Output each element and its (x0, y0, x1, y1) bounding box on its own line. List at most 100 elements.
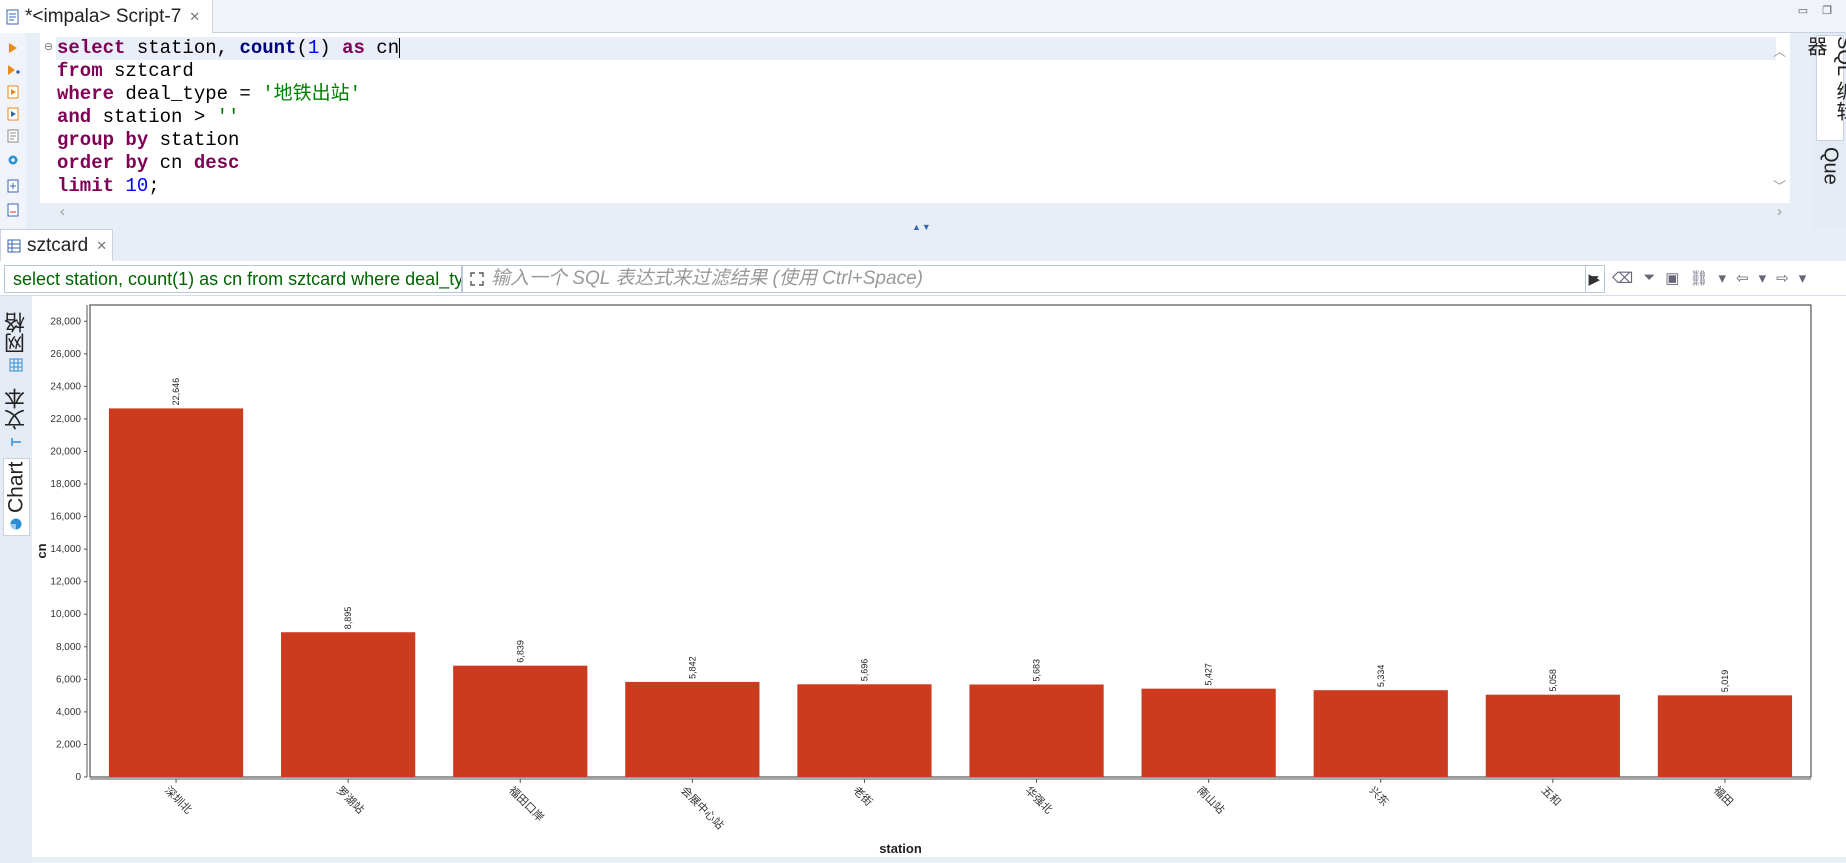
bar (1313, 690, 1448, 777)
bar (1657, 695, 1793, 777)
panel-resize-handle[interactable]: ▲▼ (912, 222, 932, 232)
clear-filter-icon[interactable]: ⌫ (1612, 269, 1633, 287)
results-tab[interactable]: sztcard ✕ (0, 229, 113, 261)
code-token: '地铁出站' (262, 83, 362, 105)
editor-tab-title: *<impala> Script-7 (25, 5, 182, 27)
bar (108, 408, 244, 777)
tab-query-manager[interactable]: Que (1816, 147, 1844, 227)
bar-chart: 0 2,000 4,000 6,000 8,000 10,000 12,000 14,000 1… (34, 304, 1812, 856)
code-token: desc (193, 152, 240, 174)
tab-text-view[interactable]: 文本 (3, 382, 30, 452)
menu-dropdown-icon[interactable]: ▾ (1718, 269, 1726, 287)
tab-grid-view[interactable]: 网格 (3, 304, 30, 376)
x-tick-label: 深圳北 (162, 784, 195, 817)
y-tick-label: 12,000 (50, 577, 81, 588)
filter-settings-icon[interactable]: ⏷ (1643, 269, 1655, 287)
code-token: cn (364, 37, 400, 59)
scroll-down-icon[interactable]: ﹀ (1773, 179, 1786, 194)
query-manager-tab-label: Que (1819, 147, 1842, 185)
new-script-icon[interactable] (6, 179, 20, 193)
x-tick-label: 南山站 (1195, 783, 1228, 816)
y-tick-label: 6,000 (56, 674, 81, 685)
y-tick-label: 2,000 (56, 739, 81, 750)
code-line[interactable]: order by cn desc (56, 152, 1776, 175)
open-script-icon[interactable] (6, 203, 20, 217)
sql-code[interactable]: select station, count(1) as cn from sztca… (56, 37, 1776, 198)
tab-sql-editor[interactable]: SQL 编辑器 (1804, 35, 1846, 141)
scroll-right-icon[interactable]: › (1777, 203, 1782, 220)
fold-collapse-icon[interactable]: ⊖ (44, 40, 53, 53)
code-token: station (148, 129, 240, 151)
active-query-field[interactable]: select station, count(1) as cn from sztc… (4, 265, 462, 293)
execute-in-new-tab-icon[interactable] (6, 63, 20, 77)
bar-value-label: 5,058 (1548, 669, 1558, 692)
code-line[interactable]: select station, count(1) as cn (56, 37, 1776, 60)
y-tick-label: 0 (75, 772, 81, 783)
app-window: *<impala> Script-7 ✕ ▭ ❐ ⊖ select statio… (0, 0, 1846, 863)
code-line[interactable]: group by station (56, 129, 1776, 152)
execute-script-icon[interactable] (6, 85, 20, 99)
grid-view-label: 网格 (4, 312, 28, 354)
bar (625, 681, 760, 777)
code-line[interactable]: from sztcard (56, 60, 1776, 83)
results-tab-title: sztcard (27, 234, 89, 256)
y-axis-title: cn (34, 543, 49, 558)
close-icon[interactable]: ✕ (96, 238, 107, 254)
code-token: ) (319, 37, 343, 59)
explain-plan-icon[interactable] (6, 129, 20, 143)
x-tick-label: 五和 (1539, 784, 1564, 809)
back-icon[interactable]: ⇦ (1736, 269, 1749, 287)
filter-expression-field[interactable]: ▶ (462, 265, 1605, 293)
code-token: '' (216, 106, 240, 128)
bar-value-label: 5,427 (1204, 663, 1214, 686)
x-axis-title: station (879, 841, 922, 856)
bar-value-label: 5,842 (687, 656, 697, 679)
grid-icon (10, 358, 23, 372)
execute-statement-icon[interactable] (6, 41, 20, 55)
code-token: count (239, 37, 297, 59)
code-token: as (342, 37, 365, 59)
forward-icon[interactable]: ⇨ (1776, 269, 1789, 287)
bar-value-label: 5,334 (1376, 665, 1386, 688)
sql-editor[interactable]: ⊖ select station, count(1) as cn from szt… (40, 33, 1790, 203)
x-tick-label: 罗湖站 (334, 783, 367, 816)
restore-icon[interactable]: ❐ (1822, 4, 1832, 17)
results-toolbar: ⌫ ⏷ ▣ ⛓ ▾ ⇦ ▾ ⇨ ▾ (1612, 269, 1806, 287)
results-view-switcher: 网格 文本 Chart (0, 296, 32, 863)
expand-icon[interactable] (469, 271, 485, 287)
bar-value-label: 5,019 (1720, 670, 1730, 693)
status-bar (32, 857, 1846, 863)
y-tick-label: 14,000 (50, 544, 81, 555)
tab-chart-view[interactable]: Chart (3, 458, 30, 536)
editor-vertical-scrollbar[interactable]: ︿ ﹀ (1773, 41, 1786, 195)
code-line[interactable]: where deal_type = '地铁出站' (56, 83, 1776, 106)
editor-right-sidebar: SQL 编辑器 Que (1804, 33, 1846, 228)
code-token: select (57, 37, 126, 59)
code-line[interactable]: limit 10; (56, 175, 1776, 198)
settings-gear-icon[interactable] (6, 153, 20, 167)
bar-value-label: 22,646 (171, 378, 181, 406)
y-tick-label: 24,000 (50, 381, 81, 392)
back-dropdown-icon[interactable]: ▾ (1759, 269, 1767, 287)
forward-dropdown-icon[interactable]: ▾ (1799, 269, 1807, 287)
minimize-icon[interactable]: ▭ (1798, 4, 1808, 17)
text-icon (11, 438, 22, 446)
link-icon[interactable]: ⛓ (1689, 269, 1708, 287)
editor-horizontal-scrollbar[interactable]: ‹ › (56, 203, 1786, 221)
execute-script-new-tab-icon[interactable] (6, 107, 20, 121)
code-token: sztcard (102, 60, 194, 82)
scroll-left-icon[interactable]: ‹ (60, 203, 65, 220)
x-tick-label: 福田 (1711, 783, 1736, 808)
code-token: cn (148, 152, 194, 174)
filter-history-dropdown[interactable]: ▼ (1585, 265, 1605, 293)
close-icon[interactable]: ✕ (189, 9, 200, 25)
editor-tab-script[interactable]: *<impala> Script-7 ✕ (0, 0, 213, 33)
code-token: ( (296, 37, 308, 59)
code-line[interactable]: and station > '' (56, 106, 1776, 129)
filter-input[interactable] (491, 268, 1551, 290)
scroll-up-icon[interactable]: ︿ (1773, 41, 1786, 176)
filter-bar: select station, count(1) as cn from sztc… (0, 261, 1846, 296)
y-tick-label: 22,000 (50, 414, 81, 425)
save-filter-icon[interactable]: ▣ (1665, 269, 1679, 287)
